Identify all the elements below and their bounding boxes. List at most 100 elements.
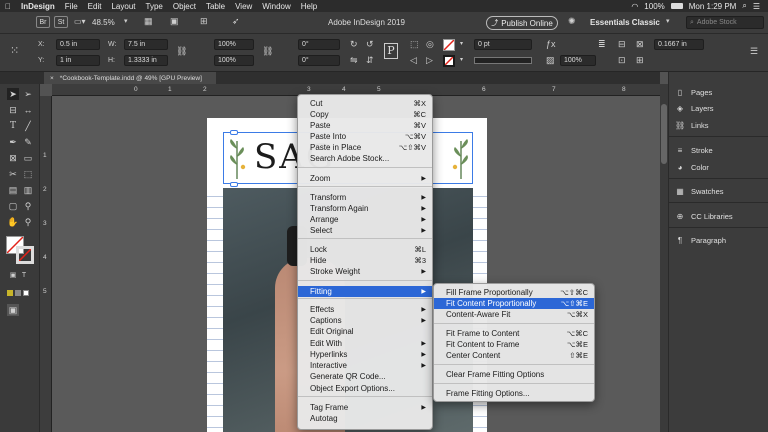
- menu-edit[interactable]: Edit: [83, 2, 107, 11]
- stroke-type-dropdown[interactable]: [474, 57, 532, 64]
- rotation-angle-field[interactable]: 0°: [298, 39, 340, 50]
- arrange-documents-icon[interactable]: ▣: [170, 17, 179, 26]
- gradient-feather-tool-icon[interactable]: ▥: [22, 184, 34, 196]
- context-menu-item-edit-original[interactable]: Edit Original: [298, 326, 432, 337]
- constrain-proportions-icon[interactable]: ⛓: [176, 47, 187, 56]
- frame-handle-top[interactable]: [230, 130, 238, 135]
- context-menu-item-cut[interactable]: Cut ⌘X: [298, 98, 432, 109]
- vertical-scrollbar[interactable]: [660, 84, 668, 432]
- rectangle-tool-icon[interactable]: ▭: [22, 152, 34, 164]
- select-content-icon[interactable]: ◎: [426, 40, 434, 49]
- menu-list-icon[interactable]: ☰: [753, 2, 760, 11]
- context-menu-item-fitting[interactable]: Fitting ▶: [298, 286, 432, 297]
- note-tool-icon[interactable]: ▢: [7, 200, 19, 212]
- send-icon[interactable]: ➶: [232, 17, 240, 26]
- rotate-ccw-icon[interactable]: ↺: [366, 40, 374, 49]
- view-options-icon[interactable]: ▭▾: [74, 18, 86, 26]
- page-tool-icon[interactable]: ⊟: [7, 104, 19, 116]
- select-previous-icon[interactable]: ◁: [410, 56, 417, 65]
- menu-view[interactable]: View: [230, 2, 257, 11]
- apply-gradient-icon[interactable]: [15, 290, 21, 296]
- context-menu-item-zoom[interactable]: Zoom ▶: [298, 173, 432, 184]
- fill-dropdown-icon[interactable]: ▾: [460, 41, 463, 47]
- menu-window[interactable]: Window: [257, 2, 295, 11]
- context-menu-item-transform[interactable]: Transform ▶: [298, 192, 432, 203]
- auto-fit-icon[interactable]: ⊡: [618, 56, 626, 65]
- opacity-icon[interactable]: ▨: [546, 56, 555, 65]
- battery-icon[interactable]: [670, 3, 683, 9]
- panel-color[interactable]: ◕ Color: [675, 163, 709, 172]
- context-menu-item-arrange[interactable]: Arrange ▶: [298, 214, 432, 225]
- fitting-item-center-content[interactable]: Center Content ⇧⌘E: [434, 350, 594, 361]
- menu-type[interactable]: Type: [141, 2, 168, 11]
- rotate-cw-icon[interactable]: ↻: [350, 40, 358, 49]
- context-menu-item-transform-again[interactable]: Transform Again ▶: [298, 203, 432, 214]
- context-menu-item-search-adobe-stock[interactable]: Search Adobe Stock...: [298, 153, 432, 164]
- panel-swatches[interactable]: ▦ Swatches: [675, 187, 723, 196]
- fitting-item-fit-frame-to-content[interactable]: Fit Frame to Content ⌥⌘C: [434, 328, 594, 339]
- stroke-weight-field[interactable]: 0 pt: [474, 39, 532, 50]
- context-menu-item-stroke-weight[interactable]: Stroke Weight ▶: [298, 266, 432, 277]
- y-position-field[interactable]: 1 in: [56, 55, 100, 66]
- context-menu-item-tag-frame[interactable]: Tag Frame ▶: [298, 402, 432, 413]
- apple-menu-icon[interactable]: : [0, 2, 16, 11]
- menu-app-name[interactable]: InDesign: [16, 2, 60, 11]
- distribute-icon[interactable]: ⊠: [636, 40, 644, 49]
- scale-x-field[interactable]: 100%: [214, 39, 254, 50]
- screen-mode-icon[interactable]: ▦: [144, 17, 153, 26]
- context-menu-item-select[interactable]: Select ▶: [298, 225, 432, 236]
- fitting-item-clear-frame-fitting-options[interactable]: Clear Frame Fitting Options: [434, 369, 594, 380]
- x-position-field[interactable]: 0.5 in: [56, 39, 100, 50]
- type-tool-icon[interactable]: T: [7, 120, 19, 132]
- panel-paragraph[interactable]: ¶ Paragraph: [675, 236, 726, 245]
- panel-layers[interactable]: ◈ Layers: [675, 104, 714, 113]
- zoom-level[interactable]: 48.5%: [92, 18, 115, 27]
- text-wrap-icon[interactable]: ≣: [598, 40, 606, 49]
- menu-help[interactable]: Help: [296, 2, 322, 11]
- wifi-icon[interactable]: ◠: [631, 2, 638, 11]
- spotlight-search-icon[interactable]: ⌕: [742, 1, 746, 11]
- height-field[interactable]: 1.3333 in: [124, 55, 168, 66]
- context-menu-item-captions[interactable]: Captions ▶: [298, 315, 432, 326]
- eyedropper-tool-icon[interactable]: ⚲: [22, 200, 34, 212]
- fill-swatch[interactable]: [443, 39, 455, 51]
- line-tool-icon[interactable]: ╱: [22, 120, 34, 132]
- panel-cc-libraries[interactable]: ⊕ CC Libraries: [675, 212, 733, 221]
- reference-point-icon[interactable]: ⁙: [10, 46, 19, 57]
- gradient-swatch-tool-icon[interactable]: ▤: [7, 184, 19, 196]
- scrollbar-thumb[interactable]: [661, 104, 667, 164]
- formatting-text-icon[interactable]: T: [18, 270, 30, 282]
- menu-file[interactable]: File: [60, 2, 83, 11]
- select-container-icon[interactable]: ⬚: [410, 40, 419, 49]
- context-menu-item-hyperlinks[interactable]: Hyperlinks ▶: [298, 349, 432, 360]
- select-next-icon[interactable]: ▷: [426, 56, 433, 65]
- panel-stroke[interactable]: ≡ Stroke: [675, 146, 713, 155]
- vertical-ruler[interactable]: 1 2 3 4 5: [40, 96, 52, 432]
- direct-selection-tool-icon[interactable]: ➢: [22, 88, 34, 100]
- fitting-item-fit-content-proportionally[interactable]: Fit Content Proportionally ⌥⇧⌘E: [434, 298, 594, 309]
- zoom-dropdown-icon[interactable]: ▾: [124, 18, 128, 25]
- fitting-item-content-aware-fit[interactable]: Content-Aware Fit ⌥⌘X: [434, 309, 594, 320]
- fitting-item-frame-fitting-options[interactable]: Frame Fitting Options...: [434, 388, 594, 399]
- context-menu-item-copy[interactable]: Copy ⌘C: [298, 109, 432, 120]
- context-menu-item-autotag[interactable]: Autotag: [298, 413, 432, 424]
- scissors-tool-icon[interactable]: ✂: [7, 168, 19, 180]
- stock-button[interactable]: St: [54, 16, 68, 28]
- menu-layout[interactable]: Layout: [106, 2, 140, 11]
- pencil-tool-icon[interactable]: ✎: [22, 136, 34, 148]
- layout-grid-icon[interactable]: ⊞: [200, 17, 208, 26]
- frame-fitting-icon[interactable]: ⊞: [636, 56, 644, 65]
- align-icon[interactable]: ⊟: [618, 40, 626, 49]
- hand-tool-icon[interactable]: ✋: [7, 216, 19, 228]
- fitting-item-fill-frame-proportionally[interactable]: Fill Frame Proportionally ⌥⇧⌘C: [434, 287, 594, 298]
- normal-view-mode-icon[interactable]: ▣: [7, 304, 19, 316]
- stroke-color-icon[interactable]: [16, 246, 34, 264]
- shear-angle-field[interactable]: 0°: [298, 55, 340, 66]
- panel-menu-icon[interactable]: ☰: [750, 47, 758, 56]
- context-menu-item-effects[interactable]: Effects ▶: [298, 304, 432, 315]
- apply-none-icon[interactable]: [23, 290, 29, 296]
- opacity-field[interactable]: 100%: [560, 55, 596, 66]
- document-tab[interactable]: × *Cookbook-Template.indd @ 49% [GPU Pre…: [44, 72, 216, 84]
- gap-tool-icon[interactable]: ↔: [22, 104, 34, 116]
- context-menu-item-lock[interactable]: Lock ⌘L: [298, 244, 432, 255]
